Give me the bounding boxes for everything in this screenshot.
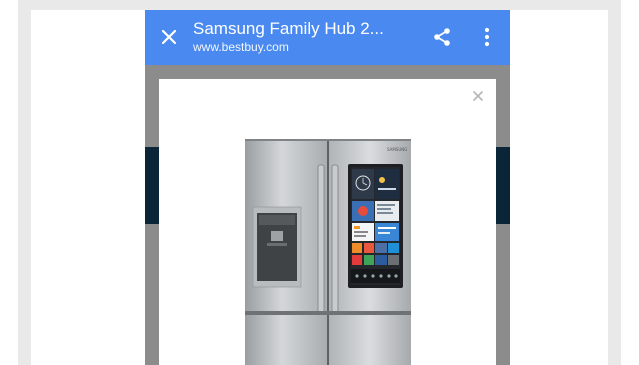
background-banner-left: [145, 147, 159, 224]
browser-screen: Samsung Family Hub 2... www.bestbuy.com: [145, 10, 510, 365]
share-button[interactable]: [430, 25, 454, 49]
background-banner-right: [496, 147, 510, 224]
page-url: www.bestbuy.com: [193, 40, 289, 54]
custom-tab-toolbar: Samsung Family Hub 2... www.bestbuy.com: [145, 10, 510, 65]
modal-close-button[interactable]: [470, 88, 486, 104]
brand-label: SAMSUNG: [387, 147, 407, 152]
toolbar-titles: Samsung Family Hub 2... www.bestbuy.com: [193, 19, 384, 55]
close-button[interactable]: [157, 25, 181, 49]
page-title: Samsung Family Hub 2...: [193, 19, 384, 38]
close-icon: [161, 29, 177, 45]
image-modal: SAMSUNG: [159, 79, 496, 365]
more-options-button[interactable]: [475, 25, 499, 49]
refrigerator-image: SAMSUNG: [245, 139, 411, 365]
share-icon: [434, 28, 450, 46]
close-icon: [473, 91, 483, 101]
more-vert-icon: [484, 27, 490, 47]
